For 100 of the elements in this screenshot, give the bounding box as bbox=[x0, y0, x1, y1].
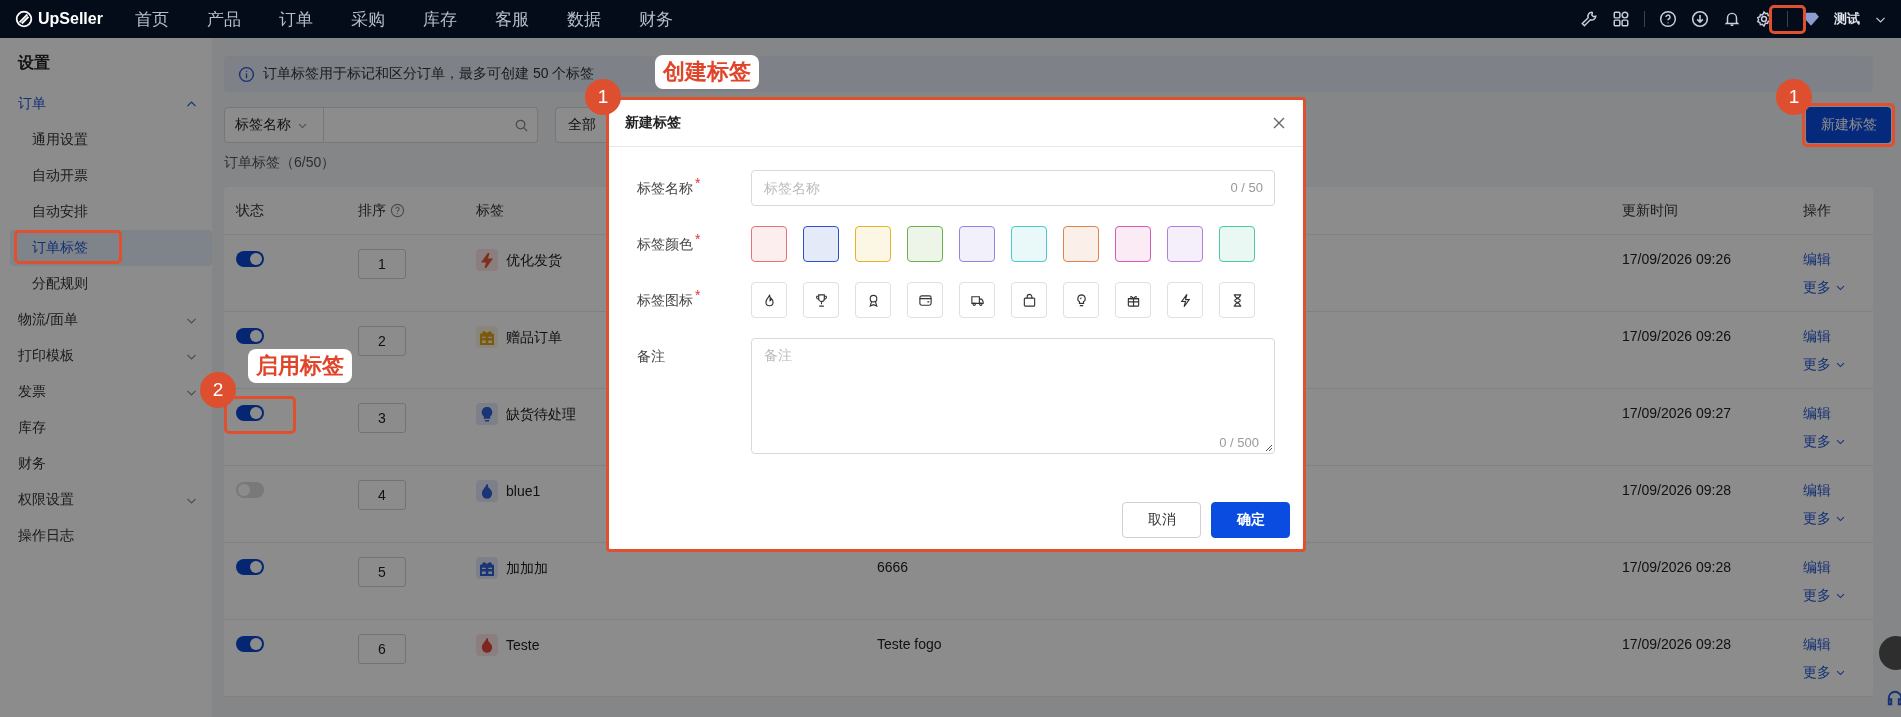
more-link[interactable]: 更多 bbox=[1803, 431, 1846, 451]
tag-name: Teste bbox=[506, 636, 540, 655]
tag-name: blue1 bbox=[506, 482, 541, 501]
update-time: 17/09/2026 09:28 bbox=[1622, 559, 1731, 575]
update-time: 17/09/2026 09:27 bbox=[1622, 405, 1731, 421]
color-swatch[interactable] bbox=[959, 226, 995, 262]
sidebar-item[interactable]: 分配规则 bbox=[10, 266, 212, 302]
download-icon[interactable] bbox=[1691, 10, 1709, 28]
color-swatch[interactable] bbox=[855, 226, 891, 262]
edit-link[interactable]: 编辑 bbox=[1803, 249, 1831, 269]
nav-item[interactable]: 首页 bbox=[134, 7, 169, 31]
edit-link[interactable]: 编辑 bbox=[1803, 326, 1831, 346]
icon-option[interactable] bbox=[1011, 282, 1047, 318]
icon-option[interactable] bbox=[1063, 282, 1099, 318]
sidebar-item[interactable]: 权限设置 bbox=[0, 482, 212, 518]
column-header: 排序 bbox=[358, 201, 476, 220]
toggle-switch[interactable] bbox=[236, 328, 264, 344]
toggle-switch[interactable] bbox=[236, 251, 264, 267]
wrench-icon[interactable] bbox=[1580, 10, 1598, 28]
more-link[interactable]: 更多 bbox=[1803, 354, 1846, 374]
column-header: 操作 bbox=[1803, 201, 1832, 220]
color-swatch[interactable] bbox=[1115, 226, 1151, 262]
wallet-icon bbox=[917, 292, 933, 308]
sidebar-item[interactable]: 财务 bbox=[0, 446, 212, 482]
bell-icon[interactable] bbox=[1723, 10, 1741, 28]
nav-item[interactable]: 财务 bbox=[638, 7, 673, 31]
char-counter: 0 / 50 bbox=[1230, 179, 1263, 197]
resize-handle-icon[interactable] bbox=[1264, 443, 1273, 452]
order-field[interactable]: 3 bbox=[358, 403, 406, 433]
sidebar-item[interactable]: 物流/面单 bbox=[0, 302, 212, 338]
icon-option[interactable] bbox=[803, 282, 839, 318]
nav-item[interactable]: 订单 bbox=[278, 7, 313, 31]
sidebar-item[interactable]: 操作日志 bbox=[0, 518, 212, 554]
color-swatch[interactable] bbox=[803, 226, 839, 262]
nav-item[interactable]: 库存 bbox=[422, 7, 457, 31]
color-swatch[interactable] bbox=[1011, 226, 1047, 262]
bag-icon bbox=[1021, 292, 1037, 308]
icon-option[interactable] bbox=[959, 282, 995, 318]
tag-name: 缺货待处理 bbox=[506, 405, 576, 424]
color-swatch[interactable] bbox=[907, 226, 943, 262]
close-icon[interactable] bbox=[1271, 115, 1287, 131]
cancel-button[interactable]: 取消 bbox=[1122, 502, 1201, 538]
icon-option[interactable] bbox=[855, 282, 891, 318]
field-label: 标签名称* bbox=[637, 174, 702, 198]
confirm-button[interactable]: 确定 bbox=[1211, 502, 1290, 538]
edit-link[interactable]: 编辑 bbox=[1803, 403, 1831, 423]
callout-label: 启用标签 bbox=[248, 349, 352, 383]
nav-item[interactable]: 数据 bbox=[566, 7, 601, 31]
nav-item[interactable]: 采购 bbox=[350, 7, 385, 31]
order-field[interactable]: 1 bbox=[358, 249, 406, 279]
headset-icon[interactable] bbox=[1885, 688, 1901, 708]
icon-option[interactable] bbox=[1219, 282, 1255, 318]
color-swatch[interactable] bbox=[1219, 226, 1255, 262]
apps-icon[interactable] bbox=[1612, 10, 1630, 28]
toggle-switch[interactable] bbox=[236, 405, 264, 421]
sidebar-item[interactable]: 自动安排 bbox=[10, 194, 212, 230]
tag-count: 订单标签（6/50） bbox=[224, 153, 337, 172]
update-time: 17/09/2026 09:28 bbox=[1622, 482, 1731, 498]
more-link[interactable]: 更多 bbox=[1803, 662, 1846, 682]
dialog-title: 新建标签 bbox=[625, 114, 681, 132]
color-swatch[interactable] bbox=[1167, 226, 1203, 262]
more-link[interactable]: 更多 bbox=[1803, 277, 1846, 297]
color-swatch[interactable] bbox=[1063, 226, 1099, 262]
field-label: 备注 bbox=[637, 347, 666, 366]
remark-text: 6666 bbox=[877, 559, 909, 575]
new-tag-button[interactable]: 新建标签 bbox=[1806, 107, 1891, 143]
order-field[interactable]: 4 bbox=[358, 480, 406, 510]
info-icon bbox=[238, 65, 255, 83]
sidebar-item[interactable]: 库存 bbox=[0, 410, 212, 446]
more-link[interactable]: 更多 bbox=[1803, 508, 1846, 528]
tag-name: 赠品订单 bbox=[506, 328, 562, 347]
edit-link[interactable]: 编辑 bbox=[1803, 634, 1831, 654]
edit-link[interactable]: 编辑 bbox=[1803, 557, 1831, 577]
sidebar-item[interactable]: 订单 bbox=[0, 86, 212, 122]
search-field[interactable] bbox=[324, 107, 538, 143]
help-icon[interactable] bbox=[1659, 10, 1677, 28]
more-link[interactable]: 更多 bbox=[1803, 585, 1846, 605]
field-select[interactable]: 标签名称 bbox=[224, 107, 324, 143]
field-label: 标签颜色* bbox=[637, 230, 702, 254]
sidebar-item[interactable]: 通用设置 bbox=[10, 122, 212, 158]
icon-option[interactable] bbox=[907, 282, 943, 318]
trophy-icon bbox=[813, 292, 829, 308]
icon-option[interactable] bbox=[1167, 282, 1203, 318]
edit-link[interactable]: 编辑 bbox=[1803, 480, 1831, 500]
order-field[interactable]: 2 bbox=[358, 326, 406, 356]
sidebar-item[interactable]: 自动开票 bbox=[10, 158, 212, 194]
tag-name: 加加加 bbox=[506, 559, 548, 578]
icon-option[interactable] bbox=[1115, 282, 1151, 318]
order-field[interactable]: 6 bbox=[358, 634, 406, 664]
app-logo[interactable]: UpSeller bbox=[15, 10, 103, 28]
user-name[interactable]: 测试 bbox=[1834, 10, 1860, 28]
color-swatch[interactable] bbox=[751, 226, 787, 262]
sidebar-title: 设置 bbox=[18, 53, 51, 73]
toggle-switch[interactable] bbox=[236, 559, 264, 575]
order-field[interactable]: 5 bbox=[358, 557, 406, 587]
nav-item[interactable]: 产品 bbox=[206, 7, 241, 31]
column-header: 状态 bbox=[236, 201, 265, 220]
tag-name: 优化发货 bbox=[506, 251, 562, 270]
nav-item[interactable]: 客服 bbox=[494, 7, 529, 31]
toggle-switch[interactable] bbox=[236, 636, 264, 652]
